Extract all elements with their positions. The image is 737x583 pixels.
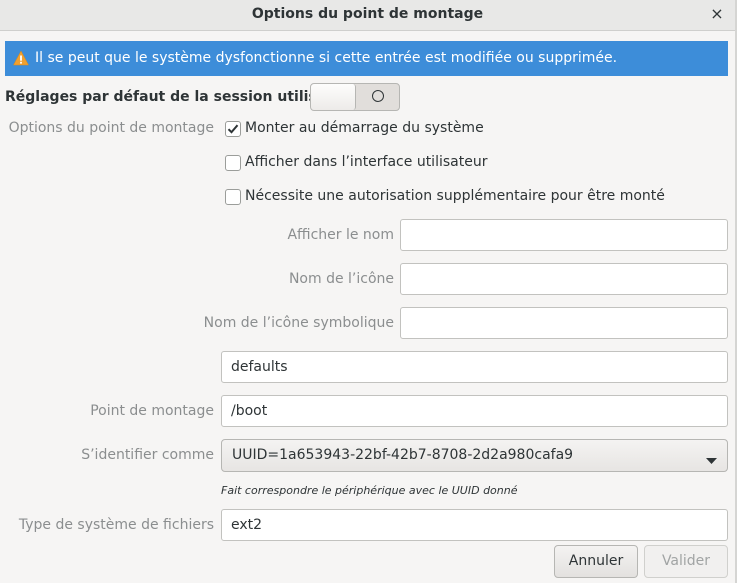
toggle-off-indicator xyxy=(372,90,384,102)
session-defaults-label: Réglages par défaut de la session utilis… xyxy=(5,89,360,105)
checkbox-mount-at-startup[interactable] xyxy=(225,121,241,137)
warning-text: Il se peut que le système dysfonctionne … xyxy=(35,50,618,66)
checkbox-show-in-ui[interactable] xyxy=(225,155,241,171)
title-bar: Options du point de montage × xyxy=(0,0,735,31)
mount-options-input[interactable] xyxy=(221,351,728,383)
warning-icon xyxy=(13,50,29,70)
icon-name-input[interactable] xyxy=(400,263,728,295)
checkbox-label-mount-at-startup: Monter au démarrage du système xyxy=(245,120,484,136)
checkmark-icon xyxy=(227,124,239,134)
identify-as-label: S’identifier comme xyxy=(81,447,214,463)
warning-banner: Il se peut que le système dysfonctionne … xyxy=(5,41,728,76)
identify-as-dropdown[interactable]: UUID=1a653943-22bf-42b7-8708-2d2a980cafa… xyxy=(221,439,728,472)
validate-button[interactable]: Valider xyxy=(644,545,728,578)
checkbox-label-show-in-ui: Afficher dans l’interface utilisateur xyxy=(245,154,488,170)
checkbox-require-auth[interactable] xyxy=(225,189,241,205)
symbolic-icon-name-input[interactable] xyxy=(400,307,728,339)
display-name-input[interactable] xyxy=(400,219,728,251)
checkbox-label-require-auth: Nécessite une autorisation supplémentair… xyxy=(245,188,665,204)
mount-point-label: Point de montage xyxy=(90,403,214,419)
chevron-down-icon xyxy=(706,453,717,469)
symbolic-icon-name-label: Nom de l’icône symbolique xyxy=(203,315,394,331)
cancel-button[interactable]: Annuler xyxy=(554,545,638,578)
mount-point-input[interactable] xyxy=(221,395,728,427)
fs-type-label: Type de système de fichiers xyxy=(18,517,214,533)
fs-type-input[interactable] xyxy=(221,509,728,541)
dialog-title: Options du point de montage xyxy=(251,6,484,22)
session-defaults-toggle[interactable] xyxy=(310,83,400,111)
identify-as-value: UUID=1a653943-22bf-42b7-8708-2d2a980cafa… xyxy=(232,447,574,463)
icon-name-label: Nom de l’icône xyxy=(288,271,394,287)
toggle-knob xyxy=(311,84,356,110)
identify-as-hint: Fait correspondre le périphérique avec l… xyxy=(221,484,518,497)
mount-options-label: Options du point de montage xyxy=(8,120,214,136)
display-name-label: Afficher le nom xyxy=(287,227,394,243)
close-button[interactable]: × xyxy=(709,5,725,23)
